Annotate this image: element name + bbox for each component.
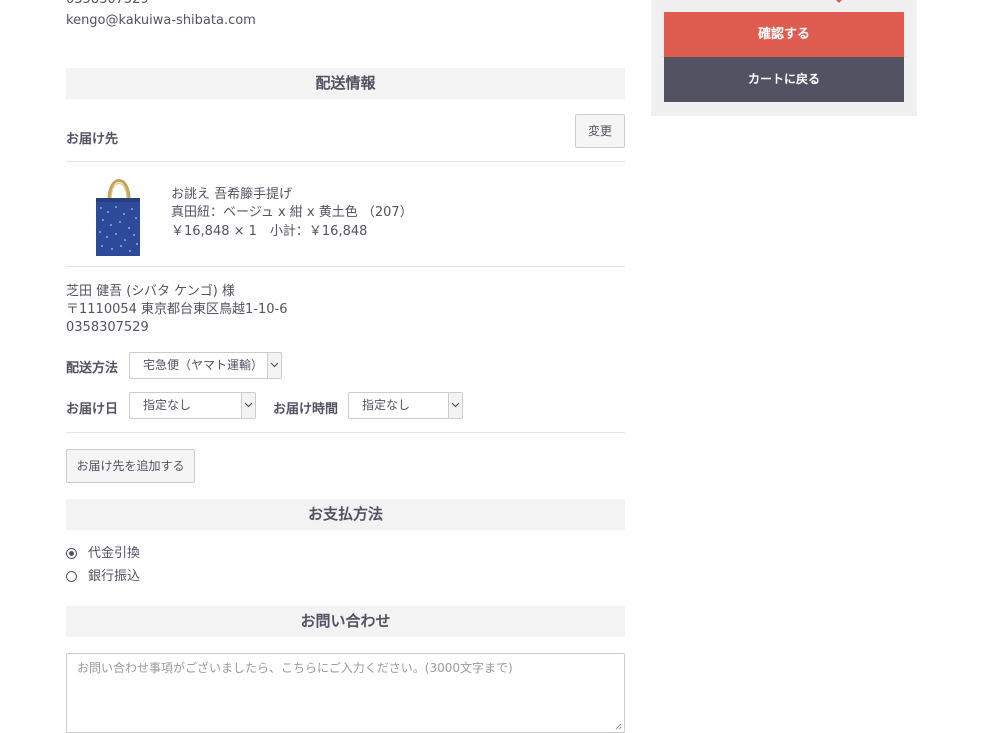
inquiry-section-title: お問い合わせ (66, 606, 625, 637)
back-to-cart-button[interactable]: カートに戻る (664, 57, 904, 102)
recipient-name: 芝田 健吾 (シバタ ケンゴ) 様 (66, 284, 235, 299)
delivery-time-label: お届け時間 (273, 402, 339, 417)
delivery-date-value: 指定なし (143, 398, 192, 412)
shipping-method-value: 宅急便（ヤマト運輸） (143, 358, 264, 372)
destination-heading: お届け先 (66, 132, 119, 147)
resize-handle-icon[interactable] (615, 723, 622, 730)
divider (66, 266, 625, 267)
recipient-address: 〒1110054 東京都台東区鳥越1-10-6 (66, 302, 288, 317)
payment-option-cod[interactable]: 代金引換 (88, 546, 140, 562)
add-destination-button[interactable]: お届け先を追加する (66, 449, 195, 483)
shipping-section-title: 配送情報 (66, 68, 625, 99)
confirm-button[interactable]: 確認する (664, 12, 904, 57)
inquiry-textarea[interactable]: お問い合わせ事項がございましたら、こちらにご入力ください。(3000文字まで) (66, 653, 625, 733)
payment-radio-cod[interactable] (66, 548, 77, 559)
payment-section-title: お支払方法 (66, 499, 625, 530)
payment-option-bank[interactable]: 銀行振込 (88, 569, 140, 585)
delivery-time-select[interactable]: 指定なし (348, 392, 463, 419)
recipient-phone: 0358307529 (66, 320, 149, 335)
customer-phone: 0358307529 (66, 0, 149, 8)
delivery-date-label: お届け日 (66, 402, 119, 417)
product-image[interactable] (74, 172, 162, 258)
chevron-down-icon (241, 393, 255, 418)
delivery-date-select[interactable]: 指定なし (129, 392, 256, 419)
change-destination-button[interactable]: 変更 (575, 114, 625, 148)
shipping-method-label: 配送方法 (66, 361, 119, 376)
chevron-down-icon (267, 353, 281, 378)
payment-radio-bank[interactable] (66, 571, 77, 582)
inquiry-placeholder: お問い合わせ事項がございましたら、こちらにご入力ください。(3000文字まで) (77, 661, 513, 675)
product-price: ￥16,848 × 1 小計：￥16,848 (171, 224, 368, 239)
shipping-method-select[interactable]: 宅急便（ヤマト運輸） (129, 352, 282, 379)
divider (66, 432, 625, 433)
product-variant: 真田紐：ベージュ x 紺 x 黄土色 （207） (171, 205, 413, 220)
product-name[interactable]: お誂え 吾希籐手提げ (171, 186, 292, 204)
red-marker-icon (836, 0, 842, 3)
divider (66, 161, 625, 162)
chevron-down-icon (448, 393, 462, 418)
delivery-time-value: 指定なし (362, 398, 411, 412)
customer-email: kengo@kakuiwa-shibata.com (66, 13, 256, 28)
